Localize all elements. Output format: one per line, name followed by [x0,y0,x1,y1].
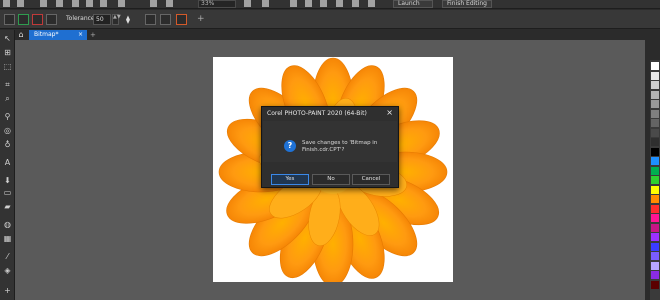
home-icon[interactable]: ⌂ [15,30,27,40]
zoom-tool-icon[interactable]: ⌕ [3,94,12,103]
mode-xor-icon[interactable] [46,14,57,25]
cancel-button[interactable]: Cancel [352,174,390,185]
feather-icon[interactable] [145,14,156,25]
undo-icon[interactable] [118,0,125,7]
dialog-message: Save changes to 'Bitmap in Finish.cdr.CP… [302,140,378,153]
document-tab-bar: ⌂ Bitmap* × + [15,30,645,40]
add-toolbar-icon[interactable]: + [197,14,208,25]
zoom-100-icon[interactable] [262,0,269,7]
tolerance-spinner[interactable]: ▲▼ [112,14,121,25]
tab-label: Bitmap* [34,31,59,38]
palette-swatch[interactable] [651,147,659,156]
palette-swatch[interactable] [651,271,659,279]
palette-swatch[interactable] [651,119,659,127]
redeye-tool-icon[interactable]: ◎ [3,126,12,135]
palette-swatch[interactable] [651,109,659,118]
add-tool-icon[interactable]: + [3,286,12,295]
clear-mask-icon[interactable] [176,14,187,25]
open-document-icon[interactable] [17,0,24,7]
tab-bitmap[interactable]: Bitmap* × [29,30,87,40]
zoom-fit-icon[interactable] [244,0,251,7]
palette-swatch[interactable] [651,242,659,251]
save-icon[interactable] [40,0,47,7]
tolerance-input[interactable]: 50 [93,14,111,25]
paint-bucket-icon[interactable]: ◈ [3,266,12,275]
crop-tool-icon[interactable]: ⌗ [3,80,12,89]
save-changes-dialog: Corel PHOTO-PAINT 2020 (64-Bit) × ? Save… [261,106,399,188]
show-icon[interactable] [320,0,327,7]
palette-swatch[interactable] [651,166,659,175]
mask-transform-icon[interactable]: ⊞ [3,48,12,57]
print-icon[interactable] [56,0,63,7]
palette-swatch[interactable] [651,157,659,165]
effect-tool-icon[interactable]: ◍ [3,220,12,229]
mode-subtract-icon[interactable] [32,14,43,25]
cut-icon[interactable] [72,0,79,7]
palette-swatch[interactable] [651,62,659,70]
mask-tool-icon[interactable]: ⬚ [3,62,12,71]
clone-tool-icon[interactable]: ♁ [3,140,12,149]
text-tool-icon[interactable]: A [3,158,12,167]
yes-button[interactable]: Yes [271,174,309,185]
launch-button[interactable]: Launch [393,0,433,8]
palette-swatch[interactable] [651,185,659,194]
eyedropper-tool-icon[interactable]: ⚲ [3,112,12,121]
new-tab-icon[interactable]: + [90,30,98,40]
palette-swatch[interactable] [651,81,659,89]
rectangle-tool-icon[interactable]: ▭ [3,188,12,197]
toolbox: ↖ ⊞ ⬚ ⌗ ⌕ ⚲ ◎ ♁ A ⬇ ▭ ▰ ◍ ▦ ⁄ ◈ + [0,30,15,300]
eraser-tool-icon[interactable]: ▰ [3,202,12,211]
palette-swatch[interactable] [651,138,659,146]
tab-close-icon[interactable]: × [78,30,83,40]
fill-tool-icon[interactable]: ⬇ [3,176,12,185]
brush-tool-icon[interactable]: ⁄ [3,252,12,261]
palette-swatch[interactable] [651,204,659,213]
new-document-icon[interactable] [3,0,10,7]
object-icon[interactable] [305,0,312,7]
question-icon: ? [284,140,296,152]
copy-icon[interactable] [86,0,93,7]
palette-swatch[interactable] [651,280,659,289]
palette-swatch[interactable] [651,90,659,99]
paste-icon[interactable] [100,0,107,7]
app-window: 33% Launch Finish Editing Tolerance: 50 … [0,0,660,300]
mode-add-icon[interactable] [18,14,29,25]
dialog-title: Corel PHOTO-PAINT 2020 (64-Bit) [267,110,367,117]
standard-toolbar: 33% Launch Finish Editing [0,0,660,9]
palette-swatch[interactable] [651,223,659,232]
palette-swatch[interactable] [651,214,659,222]
property-bar: Tolerance: 50 ▲▼ ⧫ + [0,10,660,29]
shape-icon[interactable] [160,14,171,25]
palette-swatch[interactable] [651,195,659,203]
palette-swatch[interactable] [651,233,659,241]
guides-icon[interactable] [352,0,359,7]
finish-editing-button[interactable]: Finish Editing [442,0,492,8]
palette-swatch[interactable] [651,176,659,184]
palette-swatch[interactable] [651,261,659,270]
zoom-level-field[interactable]: 33% [198,0,236,8]
close-icon[interactable]: × [386,108,393,117]
palette-swatch[interactable] [651,252,659,260]
antialias-icon[interactable]: ⧫ [126,14,137,25]
color-palette [650,60,660,300]
options-gear-icon[interactable] [368,0,375,7]
no-button[interactable]: No [312,174,350,185]
pick-tool-icon[interactable]: ↖ [3,34,12,43]
export-icon[interactable] [166,0,173,7]
transparency-tool-icon[interactable]: ▦ [3,234,12,243]
palette-swatch[interactable] [651,128,659,137]
palette-swatch[interactable] [651,100,659,108]
mode-normal-icon[interactable] [4,14,15,25]
grid-icon[interactable] [336,0,343,7]
import-icon[interactable] [150,0,157,7]
mask-icon[interactable] [290,0,297,7]
palette-swatch[interactable] [651,71,659,80]
